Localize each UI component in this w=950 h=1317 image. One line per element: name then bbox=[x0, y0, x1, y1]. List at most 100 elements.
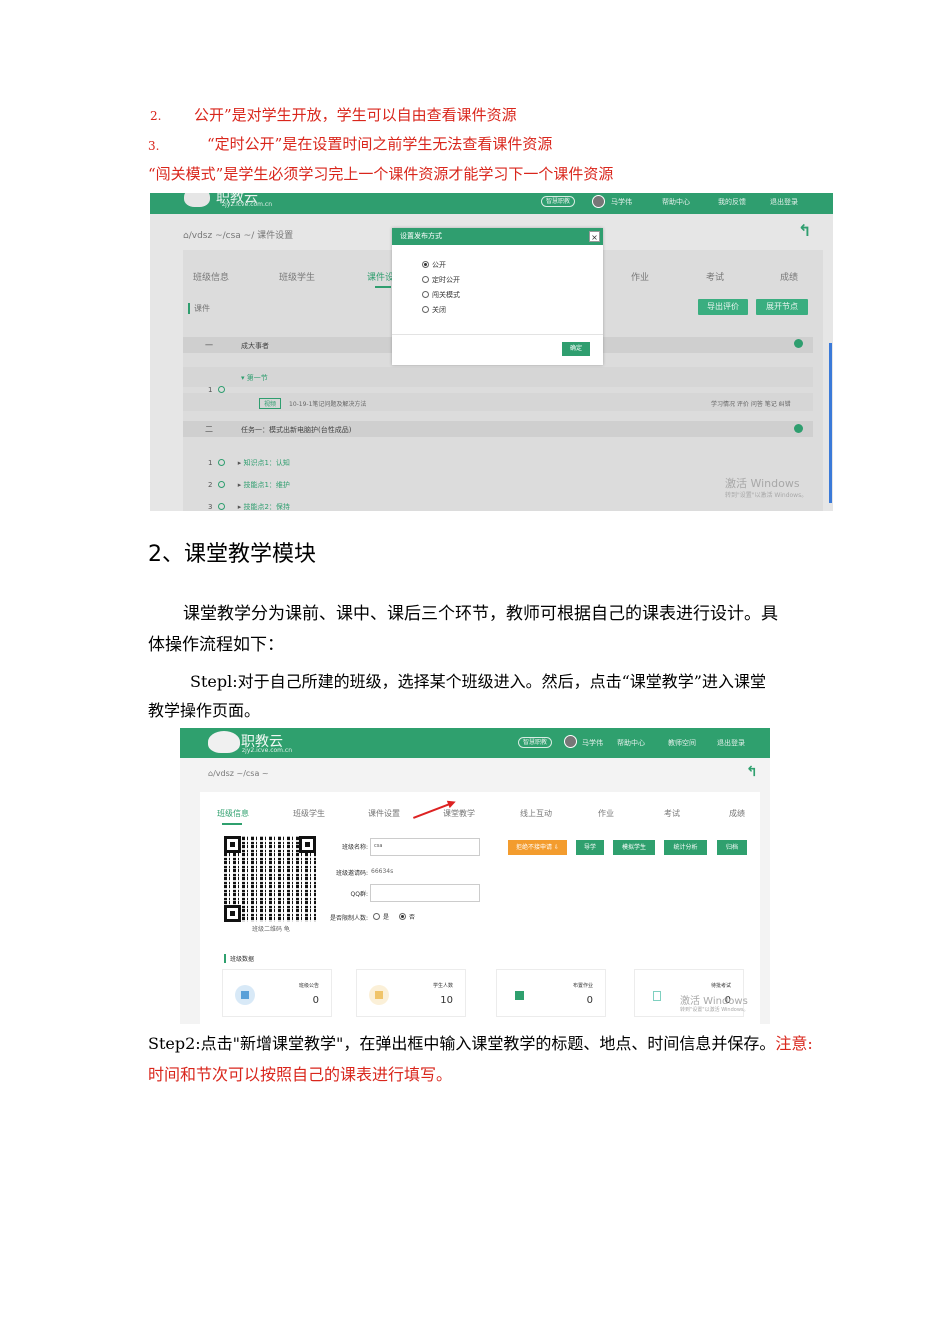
limit-no-radio[interactable]: 否 bbox=[399, 912, 415, 921]
caret-right-icon: ▸ bbox=[237, 503, 242, 511]
radio-label: 关闭 bbox=[432, 306, 446, 314]
class-name-field[interactable]: csa bbox=[370, 838, 480, 856]
video-title[interactable]: 10-19-1笔记问题及解决方法 bbox=[289, 399, 366, 408]
avatar[interactable] bbox=[592, 195, 605, 208]
gear-icon[interactable] bbox=[794, 424, 803, 433]
tab-exam[interactable]: 考试 bbox=[706, 270, 724, 283]
radio-selected-icon bbox=[422, 261, 429, 268]
export-evaluation-button[interactable]: 导出评价 bbox=[698, 299, 748, 315]
breadcrumb-text[interactable]: /vdsz ~/csa ~ bbox=[213, 769, 269, 778]
divider bbox=[392, 334, 603, 335]
tab-class-info[interactable]: 班级信息 bbox=[217, 808, 249, 819]
top-navbar: 职教云 zjy2.icve.com.cn 智慧职教 马学伟 帮助中心 我的反馈 … bbox=[150, 193, 833, 214]
back-arrow-icon[interactable]: ↰ bbox=[746, 764, 758, 780]
username[interactable]: 马学伟 bbox=[611, 197, 632, 207]
windows-watermark-sub: 转到"设置"以激活 Windows。 bbox=[680, 1007, 749, 1013]
archive-button[interactable]: 归档 bbox=[717, 840, 747, 855]
invite-code-value: 66634s bbox=[371, 868, 394, 875]
tab-homework[interactable]: 作业 bbox=[598, 808, 614, 819]
invite-code-label: 班级邀请码: bbox=[335, 870, 368, 877]
smart-edu-pill[interactable]: 智慧职教 bbox=[541, 196, 576, 207]
radio-level-mode[interactable]: 闯关模式 bbox=[422, 290, 460, 300]
step2-text: Step2:点击"新增课堂教学"，在弹出框中输入课堂教学的标题、地点、时间信息并… bbox=[148, 1034, 776, 1053]
tab-class-info[interactable]: 班级信息 bbox=[193, 270, 229, 283]
radio-icon bbox=[422, 306, 429, 313]
tab-class-students[interactable]: 班级学生 bbox=[279, 270, 315, 283]
tab-class-students[interactable]: 班级学生 bbox=[293, 808, 325, 819]
stat-label: 待批考试 bbox=[710, 983, 731, 989]
tab-grades[interactable]: 成绩 bbox=[729, 808, 745, 819]
node-label: 知识点1：认知 bbox=[243, 459, 290, 467]
help-center-link[interactable]: 帮助中心 bbox=[662, 197, 690, 207]
tab-courseware[interactable]: 课件设置 bbox=[368, 808, 400, 819]
row-actions[interactable]: 学习情况 评价 问答 笔记 纠错 bbox=[711, 399, 791, 408]
scrollbar[interactable] bbox=[829, 343, 832, 503]
teacher-space-link[interactable]: 教师空间 bbox=[668, 738, 696, 748]
username[interactable]: 马学伟 bbox=[582, 738, 603, 748]
list-item-3: 3. bbox=[148, 135, 159, 156]
class-name-label: 班级名称: bbox=[341, 844, 368, 851]
radio-closed[interactable]: 关闭 bbox=[422, 305, 446, 315]
step2-note: 注意: bbox=[775, 1034, 813, 1053]
tab-grades[interactable]: 成绩 bbox=[780, 270, 798, 283]
expand-nodes-button[interactable]: 展开节点 bbox=[756, 299, 808, 315]
radio-public[interactable]: 公开 bbox=[422, 260, 446, 270]
cloud-logo-icon bbox=[208, 731, 240, 753]
stat-card[interactable]: 学生人数 10 bbox=[356, 969, 466, 1017]
qq-group-label: QQ群: bbox=[350, 891, 368, 898]
tab-classroom-teaching[interactable]: 课堂教学 bbox=[443, 808, 475, 819]
limit-yes-radio[interactable]: 是 bbox=[373, 912, 389, 921]
courseware-settings-screenshot: 职教云 zjy2.icve.com.cn 智慧职教 马学伟 帮助中心 我的反馈 … bbox=[150, 193, 833, 511]
logo-url: zjy2.icve.com.cn bbox=[222, 201, 273, 208]
list-item-3-text: “定时公开”是在设置时间之前学生无法查看课件资源 bbox=[207, 135, 553, 153]
caret-right-icon: ▸ bbox=[237, 481, 242, 489]
tree-node[interactable]: 2 ▸ 技能点1：维护 bbox=[208, 480, 290, 490]
caret-right-icon: ▸ bbox=[237, 459, 242, 467]
tab-exam[interactable]: 考试 bbox=[664, 808, 680, 819]
confirm-button[interactable]: 确定 bbox=[562, 342, 590, 356]
feedback-link[interactable]: 我的反馈 bbox=[718, 197, 746, 207]
logout-link[interactable]: 退出登录 bbox=[717, 738, 745, 748]
step2-note-line: 时间和节次可以按照自己的课表进行填写。 bbox=[148, 1065, 453, 1084]
gear-icon[interactable] bbox=[794, 339, 803, 348]
smart-edu-pill[interactable]: 智慧职教 bbox=[518, 737, 553, 748]
video-tag: 视频 bbox=[259, 398, 282, 409]
qq-group-field[interactable] bbox=[370, 884, 480, 902]
back-arrow-icon[interactable]: ↰ bbox=[798, 221, 811, 240]
logout-link[interactable]: 退出登录 bbox=[770, 197, 798, 207]
qr-caption: 班级二维码 龟 bbox=[252, 926, 290, 933]
tab-courseware[interactable]: 课件设 bbox=[367, 270, 394, 283]
tab-online-interaction[interactable]: 线上互动 bbox=[520, 808, 552, 819]
radio-label: 闯关模式 bbox=[432, 291, 460, 299]
guide-button[interactable]: 导学 bbox=[576, 840, 604, 855]
list-item-4-text: “闯关模式”是学生必须学习完上一个课件资源才能学习下一个课件资源 bbox=[148, 165, 614, 183]
radio-icon bbox=[422, 276, 429, 283]
reject-application-button[interactable]: 拒绝不接申请 ⇩ bbox=[508, 840, 567, 855]
table-row[interactable]: 二 任务一：模式出新电脑护(台性成品) bbox=[183, 421, 813, 437]
tab-homework[interactable]: 作业 bbox=[631, 270, 649, 283]
stat-card[interactable]: 布置作业 0 bbox=[496, 969, 606, 1017]
section-node[interactable]: ▾ 第一节 bbox=[241, 373, 268, 383]
tree-node[interactable]: 3 ▸ 技能点2：保持 bbox=[208, 502, 290, 511]
tree-node[interactable]: 1 ▸ 知识点1：认知 bbox=[208, 458, 290, 468]
breadcrumb-text[interactable]: /vdsz ~/csa ~/ 课件设置 bbox=[189, 231, 293, 241]
paragraph-line: 体操作流程如下： bbox=[148, 635, 284, 655]
avatar[interactable] bbox=[564, 735, 577, 748]
paragraph-line: 课堂教学分为课前、课中、课后三个环节，教师可根据自己的课表进行设计。具 bbox=[183, 604, 778, 624]
class-info-screenshot: 职教云 zjy2.icve.com.cn 智慧职教 马学伟 帮助中心 教师空间 … bbox=[180, 728, 770, 1024]
stat-value: 0 bbox=[312, 995, 319, 1006]
stat-label: 布置作业 bbox=[572, 983, 593, 989]
row-title: 任务一：模式出新电脑护(台性成品) bbox=[241, 426, 352, 434]
simulate-student-button[interactable]: 模拟学生 bbox=[613, 840, 655, 855]
row-title: 成大事者 bbox=[241, 342, 269, 350]
table-row[interactable]: 视频 10-19-1笔记问题及解决方法 学习情况 评价 问答 笔记 纠错 bbox=[183, 393, 813, 411]
radio-timed-public[interactable]: 定时公开 bbox=[422, 275, 460, 285]
stat-label: 班级公告 bbox=[298, 983, 319, 989]
stat-card[interactable]: 班级公告 0 bbox=[222, 969, 332, 1017]
help-center-link[interactable]: 帮助中心 bbox=[617, 738, 645, 748]
close-icon[interactable]: × bbox=[589, 231, 600, 242]
statistics-button[interactable]: 统计分析 bbox=[664, 840, 707, 855]
table-row[interactable]: ▾ 第一节 bbox=[183, 367, 813, 387]
circle-icon bbox=[218, 503, 226, 510]
stat-label: 学生人数 bbox=[432, 983, 453, 989]
